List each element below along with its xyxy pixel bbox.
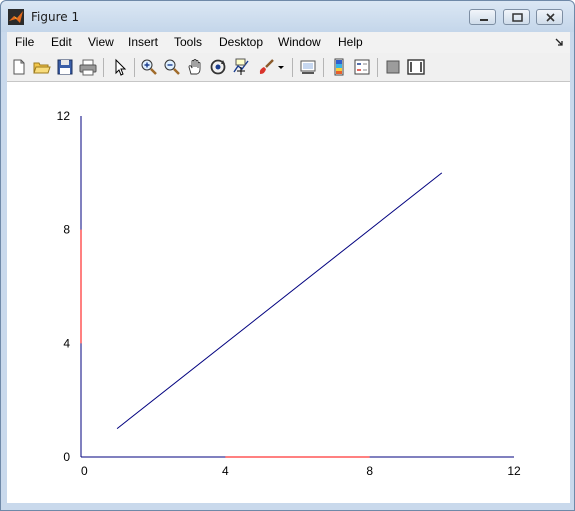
dock-arrow-icon[interactable] (555, 38, 563, 46)
x-tick-label: 4 (222, 464, 229, 478)
zoom-out-icon[interactable] (163, 58, 181, 76)
menu-help[interactable]: Help (338, 35, 363, 49)
y-tick-label: 12 (57, 109, 71, 123)
menu-insert[interactable]: Insert (128, 35, 158, 49)
menu-tools[interactable]: Tools (174, 35, 202, 49)
figure-toolbar (7, 53, 570, 82)
colorbar-icon[interactable] (330, 58, 348, 76)
brush-dropdown-icon[interactable] (277, 58, 285, 76)
y-tick-label: 0 (63, 450, 70, 464)
y-tick-label: 8 (63, 223, 70, 237)
series-line-0[interactable] (116, 172, 443, 429)
close-button[interactable] (536, 9, 563, 25)
title-bar[interactable]: Figure 1 (1, 1, 574, 32)
legend-icon[interactable] (353, 58, 371, 76)
window-bottom-border (7, 503, 570, 509)
brush-icon[interactable] (257, 58, 275, 76)
x-tick-label: 0 (81, 464, 88, 478)
show-plot-tools-icon[interactable] (407, 58, 425, 76)
line-plot-axes[interactable]: 0 4 8 12 0 4 8 12 (7, 82, 570, 503)
pan-hand-icon[interactable] (186, 58, 204, 76)
hide-plot-tools-icon[interactable] (384, 58, 402, 76)
open-file-icon[interactable] (33, 58, 51, 76)
x-tick-label: 8 (366, 464, 373, 478)
save-icon[interactable] (56, 58, 74, 76)
data-cursor-icon[interactable] (232, 58, 250, 76)
matlab-logo-icon (8, 9, 24, 25)
new-figure-icon[interactable] (10, 58, 28, 76)
menu-desktop[interactable]: Desktop (219, 35, 263, 49)
print-icon[interactable] (79, 58, 97, 76)
menu-bar: File Edit View Insert Tools Desktop Wind… (7, 32, 570, 53)
figure-canvas[interactable]: 0 4 8 12 0 4 8 12 (7, 82, 570, 503)
menu-edit[interactable]: Edit (51, 35, 72, 49)
y-tick-label: 4 (63, 336, 70, 350)
menu-view[interactable]: View (88, 35, 114, 49)
window-title: Figure 1 (31, 10, 80, 24)
rotate-3d-icon[interactable] (209, 58, 227, 76)
minimize-button[interactable] (469, 9, 496, 25)
figure-window: Figure 1 File Edit View Insert Tools Des… (0, 0, 575, 511)
menu-window[interactable]: Window (278, 35, 321, 49)
maximize-button[interactable] (503, 9, 530, 25)
pointer-icon[interactable] (111, 58, 129, 76)
link-plot-icon[interactable] (299, 58, 317, 76)
zoom-in-icon[interactable] (140, 58, 158, 76)
x-tick-label: 12 (507, 464, 521, 478)
menu-file[interactable]: File (15, 35, 34, 49)
